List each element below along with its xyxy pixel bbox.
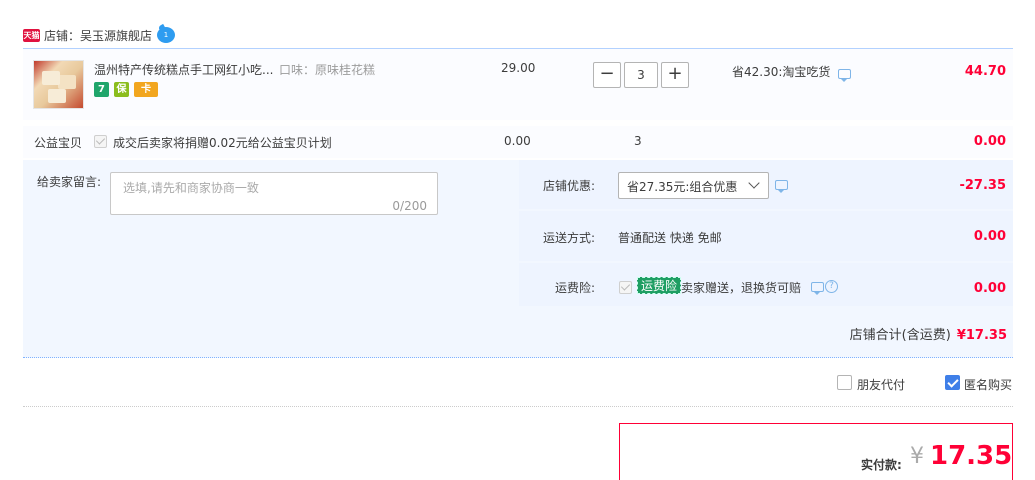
friend-pay-label[interactable]: 朋友代付 <box>857 376 905 393</box>
shop-name[interactable]: 店铺：吴玉源旗舰店 <box>44 27 152 44</box>
charity-label: 公益宝贝 <box>34 136 83 150</box>
insurance-description: 卖家赠送，退换货可赔 <box>681 281 802 295</box>
shipping-cell: 运送方式: 0.00 <box>519 211 1013 261</box>
chat-icon[interactable] <box>838 69 851 82</box>
product-sku: 口味：原味桂花糕 <box>279 63 376 77</box>
charity-checkbox <box>94 135 107 148</box>
insurance-checkbox <box>619 281 632 294</box>
credit-card-icon[interactable]: 卡 <box>134 82 158 97</box>
tmall-badge-icon: 天猫 <box>23 29 40 42</box>
currency-symbol: ¥ <box>910 444 924 469</box>
anonymous-label[interactable]: 匿名购买 <box>964 376 1012 393</box>
order-item-row: 温州特产传统糕点手工网红小吃... 口味：原味桂花糕 7 保 卡 29.00 −… <box>23 48 1013 120</box>
shipping-method: 普通配送 快递 免邮 <box>618 231 722 245</box>
chat-icon[interactable] <box>811 282 824 295</box>
charity-description: 成交后卖家将捐赠0.02元给公益宝贝计划 <box>113 136 332 150</box>
divider <box>23 406 1013 407</box>
promo-label: 店铺优惠: <box>542 179 595 193</box>
promo-select[interactable]: 省27.35元:组合优惠 <box>618 172 769 199</box>
message-textarea[interactable]: 选填,请先和商家协商一致 0/200 <box>110 172 438 215</box>
insurance-tag: 运费险 <box>637 277 682 294</box>
friend-pay-checkbox[interactable] <box>837 375 852 390</box>
payment-label: 实付款: <box>861 458 902 472</box>
payment-summary: 实付款: ¥ 17.35 <box>619 423 1013 480</box>
shop-total: 店铺合计(含运费) ¥17.35 <box>850 324 1007 343</box>
insurance-label: 运费险: <box>554 281 595 295</box>
seven-day-return-icon[interactable]: 7 <box>94 82 109 97</box>
payment-amount: 17.35 <box>930 441 1013 471</box>
message-char-count: 0/200 <box>392 199 427 213</box>
item-subtotal: 44.70 <box>964 64 1006 79</box>
shipping-label: 运送方式: <box>542 231 595 245</box>
charity-price: 0.00 <box>504 134 531 148</box>
promo-value: -27.35 <box>959 178 1006 193</box>
chevron-down-icon <box>748 177 760 189</box>
quantity-increase-button[interactable]: + <box>661 62 689 88</box>
guarantee-icon[interactable]: 保 <box>114 82 129 97</box>
anonymous-checkbox[interactable] <box>945 375 960 390</box>
quantity-input[interactable]: 3 <box>624 62 658 88</box>
product-title[interactable]: 温州特产传统糕点手工网红小吃... <box>94 61 273 78</box>
charity-quantity: 3 <box>634 134 642 148</box>
charity-row: 公益宝贝 成交后卖家将捐赠0.02元给公益宝贝计划 0.00 3 0.00 <box>23 126 1013 158</box>
unit-price: 29.00 <box>501 61 536 75</box>
item-discount: 省42.30:淘宝吃货 <box>732 65 831 79</box>
shop-total-label: 店铺合计(含运费) <box>849 328 951 343</box>
help-icon[interactable]: ? <box>825 280 838 293</box>
message-placeholder: 选填,请先和商家协商一致 <box>123 181 259 195</box>
chat-icon[interactable] <box>775 180 788 193</box>
product-thumbnail[interactable] <box>33 60 84 109</box>
shop-total-value: ¥17.35 <box>956 328 1007 343</box>
promo-selected: 省27.35元:组合优惠 <box>627 180 738 194</box>
charity-total: 0.00 <box>973 134 1006 149</box>
shipping-value: 0.00 <box>973 229 1006 244</box>
message-label: 给卖家留言: <box>37 175 102 189</box>
quantity-decrease-button[interactable]: − <box>593 62 621 88</box>
insurance-value: 0.00 <box>973 281 1006 296</box>
order-options-panel: 给卖家留言: 选填,请先和商家协商一致 0/200 店铺优惠: -27.35 运… <box>23 160 1013 358</box>
wangwang-chat-icon[interactable]: 1 <box>157 27 175 43</box>
